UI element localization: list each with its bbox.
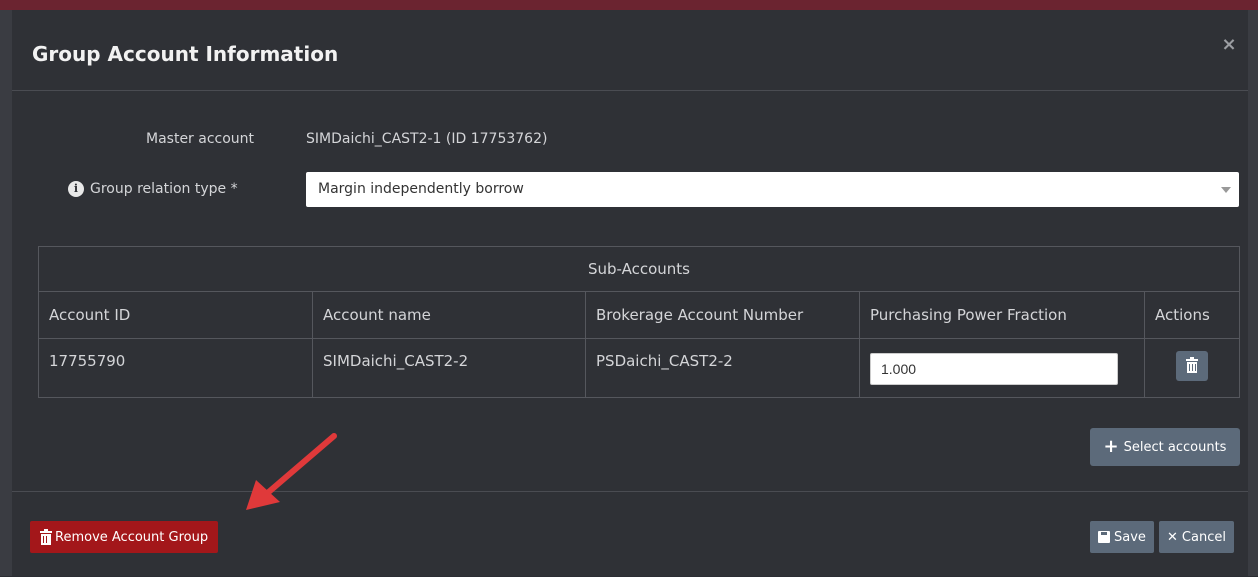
group-relation-select[interactable]: Margin independently borrow [306, 172, 1239, 207]
cell-account-name: SIMDaichi_CAST2-2 [312, 338, 586, 398]
close-icon[interactable]: × [1220, 36, 1238, 54]
column-header-account-name: Account name [312, 291, 586, 339]
save-icon [1098, 531, 1110, 543]
delete-row-button[interactable] [1176, 351, 1208, 381]
save-label: Save [1114, 529, 1146, 545]
cancel-label: Cancel [1181, 529, 1226, 545]
group-account-modal: Group Account Information × Master accou… [12, 10, 1248, 576]
pp-fraction-input[interactable] [870, 353, 1118, 385]
modal-footer: Remove Account Group Save ✕ Cancel [12, 491, 1248, 577]
cancel-button[interactable]: ✕ Cancel [1159, 521, 1234, 553]
trash-icon [1186, 357, 1198, 373]
cell-account-id: 17755790 [38, 338, 313, 398]
sub-accounts-header: Sub-Accounts [38, 246, 1240, 292]
plus-icon: + [1103, 436, 1119, 457]
group-relation-label: i Group relation type * [68, 181, 238, 197]
column-header-account-id: Account ID [38, 291, 313, 339]
modal-header: Group Account Information × [12, 10, 1248, 91]
remove-account-group-button[interactable]: Remove Account Group [30, 521, 219, 553]
sub-accounts-table: Sub-Accounts Account ID Account name Bro… [38, 246, 1240, 398]
cell-pp-fraction [859, 338, 1145, 398]
column-header-pp-fraction: Purchasing Power Fraction [859, 291, 1145, 339]
modal-title: Group Account Information [32, 42, 339, 66]
trash-icon [40, 528, 52, 545]
cell-actions [1144, 338, 1240, 398]
info-icon[interactable]: i [68, 181, 84, 197]
background-left-edge [0, 10, 12, 576]
background-header-strip [0, 0, 1258, 10]
column-header-actions: Actions [1144, 291, 1240, 339]
select-accounts-button[interactable]: + Select accounts [1090, 428, 1240, 466]
column-header-brokerage-number: Brokerage Account Number [585, 291, 860, 339]
background-right-edge [1248, 10, 1258, 576]
save-button[interactable]: Save [1090, 521, 1154, 553]
arrow-annotation [246, 433, 337, 510]
select-accounts-label: Select accounts [1123, 439, 1227, 455]
group-relation-selected-value: Margin independently borrow [318, 181, 524, 197]
table-row: 17755790 SIMDaichi_CAST2-2 PSDaichi_CAST… [38, 338, 1240, 398]
group-relation-label-text: Group relation type * [90, 181, 238, 197]
remove-account-group-label: Remove Account Group [55, 529, 209, 545]
master-account-label: Master account [146, 131, 255, 147]
chevron-down-icon [1221, 187, 1231, 193]
cell-brokerage-number: PSDaichi_CAST2-2 [585, 338, 860, 398]
master-account-value: SIMDaichi_CAST2-1 (ID 17753762) [306, 131, 548, 147]
times-icon: ✕ [1167, 529, 1178, 545]
